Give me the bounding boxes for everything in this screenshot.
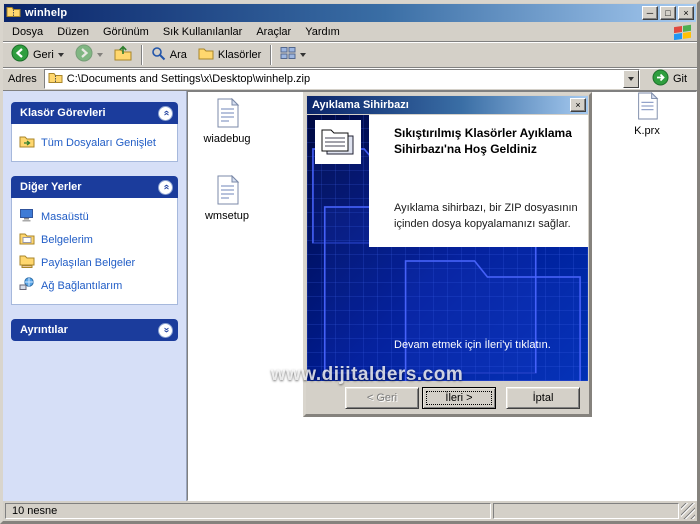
title-bar: winhelp ─ □ × <box>4 4 696 22</box>
section-header-other-places[interactable]: Diğer Yerler « <box>11 176 178 198</box>
shared-documents-icon <box>19 254 35 271</box>
file-item[interactable]: wiadebug <box>196 98 258 145</box>
wizard-back-button[interactable]: < Geri <box>345 387 419 409</box>
section-other-places: Diğer Yerler « Masaüstü Belgelerim Payla… <box>11 176 178 305</box>
task-pane: Klasör Görevleri « Tüm Dosyaları Genişle… <box>3 91 187 501</box>
network-places-icon <box>19 277 35 294</box>
toolbar-separator <box>270 45 271 65</box>
section-header-details[interactable]: Ayrıntılar » <box>11 319 178 341</box>
section-details: Ayrıntılar » <box>11 319 178 341</box>
menu-gorunum[interactable]: Görünüm <box>96 24 156 40</box>
address-label: Adres <box>8 73 37 85</box>
search-button-label: Ara <box>170 49 187 61</box>
chevron-down-icon <box>58 53 64 57</box>
views-icon <box>280 46 296 63</box>
chevron-down-icon <box>300 53 306 57</box>
wizard-next-button[interactable]: İleri > <box>422 387 496 409</box>
wizard-cancel-button[interactable]: İptal <box>506 387 580 409</box>
back-button[interactable]: Geri <box>6 43 69 67</box>
menu-duzen[interactable]: Düzen <box>50 24 96 40</box>
back-button-label: Geri <box>33 49 54 61</box>
shared-documents-link[interactable]: Paylaşılan Belgeler <box>18 251 171 274</box>
status-bar: 10 nesne <box>3 501 697 521</box>
status-cell: 10 nesne <box>5 503 491 519</box>
menu-dosya[interactable]: Dosya <box>5 24 50 40</box>
close-button[interactable]: × <box>678 6 694 20</box>
extract-all-files-link[interactable]: Tüm Dosyaları Genişlet <box>18 131 171 154</box>
extraction-wizard-dialog: Ayıklama Sihirbazı × Sıkıştırılmış Kl <box>303 92 592 417</box>
file-item[interactable]: wmsetup <box>196 175 258 222</box>
address-input[interactable]: C:\Documents and Settings\x\Desktop\winh… <box>44 69 640 89</box>
section-folder-tasks: Klasör Görevleri « Tüm Dosyaları Genişle… <box>11 102 178 162</box>
chevron-up-icon[interactable]: « <box>158 180 173 195</box>
section-title: Klasör Görevleri <box>20 107 106 119</box>
address-dropdown-button[interactable] <box>623 70 639 88</box>
up-folder-icon <box>114 45 132 64</box>
go-icon <box>652 69 669 89</box>
desktop-icon <box>19 208 35 225</box>
chevron-down-icon <box>97 53 103 57</box>
folders-icon <box>198 46 214 63</box>
folders-button[interactable]: Klasörler <box>193 43 266 67</box>
window-title: winhelp <box>25 7 638 19</box>
document-icon <box>634 92 660 123</box>
dialog-title: Ayıklama Sihirbazı <box>312 99 570 111</box>
menu-yardim[interactable]: Yardım <box>298 24 347 40</box>
go-button-label: Git <box>673 73 687 85</box>
wizard-instruction-text: Devam etmek için İleri'yi tıklatın. <box>394 339 580 351</box>
minimize-button[interactable]: ─ <box>642 6 658 20</box>
go-button[interactable]: Git <box>647 68 692 90</box>
section-title: Diğer Yerler <box>20 181 82 193</box>
back-icon <box>11 44 29 65</box>
resize-grip[interactable] <box>681 503 695 519</box>
section-title: Ayrıntılar <box>20 324 68 336</box>
zip-folder-icon <box>48 71 63 87</box>
address-path-text: C:\Documents and Settings\x\Desktop\winh… <box>67 73 619 85</box>
maximize-button[interactable]: □ <box>660 6 676 20</box>
desktop-link[interactable]: Masaüstü <box>18 205 171 228</box>
window-controls: ─ □ × <box>642 6 694 20</box>
dialog-close-button[interactable]: × <box>570 98 586 112</box>
section-body: Tüm Dosyaları Genişlet <box>11 124 178 162</box>
my-documents-icon <box>19 231 35 248</box>
extract-folder-icon <box>19 134 35 151</box>
menu-sik-kullanilanlar[interactable]: Sık Kullanılanlar <box>156 24 250 40</box>
chevron-up-icon[interactable]: « <box>158 106 173 121</box>
address-bar: Adres C:\Documents and Settings\x\Deskto… <box>3 68 697 91</box>
toolbar-separator <box>141 45 142 65</box>
search-button[interactable]: Ara <box>146 43 192 67</box>
chevron-down-icon <box>628 77 634 81</box>
toolbar: Geri Ara Klasörler <box>3 42 697 68</box>
status-text: 10 nesne <box>12 505 57 517</box>
forward-button[interactable] <box>70 43 108 67</box>
folders-button-label: Klasörler <box>218 49 261 61</box>
views-button[interactable] <box>275 43 311 67</box>
dialog-title-bar: Ayıklama Sihirbazı × <box>307 96 588 114</box>
document-icon <box>213 175 241 208</box>
document-icon <box>213 98 241 131</box>
search-icon <box>151 46 166 64</box>
dialog-button-row: < Geri İleri > İptal <box>307 381 588 414</box>
wizard-welcome-page: Sıkıştırılmış Klasörler Ayıklama Sihirba… <box>307 115 588 381</box>
menu-bar: Dosya Düzen Görünüm Sık Kullanılanlar Ar… <box>3 23 697 42</box>
compressed-folders-icon <box>315 120 361 164</box>
forward-icon <box>75 44 93 65</box>
my-documents-link[interactable]: Belgelerim <box>18 228 171 251</box>
menu-araclar[interactable]: Araçlar <box>249 24 298 40</box>
wizard-heading: Sıkıştırılmış Klasörler Ayıklama Sihirba… <box>394 125 584 157</box>
file-item[interactable]: K.prx <box>616 92 678 137</box>
chevron-down-icon[interactable]: » <box>158 323 173 338</box>
network-places-link[interactable]: Ağ Bağlantılarım <box>18 274 171 297</box>
up-button[interactable] <box>109 43 137 67</box>
zip-folder-icon <box>6 5 21 21</box>
windows-logo-icon <box>671 22 693 41</box>
section-body: Masaüstü Belgelerim Paylaşılan Belgeler … <box>11 198 178 305</box>
wizard-body-text: Ayıklama sihirbazı, bir ZIP dosyasının i… <box>394 201 580 233</box>
status-cell <box>493 503 679 519</box>
section-header-folder-tasks[interactable]: Klasör Görevleri « <box>11 102 178 124</box>
